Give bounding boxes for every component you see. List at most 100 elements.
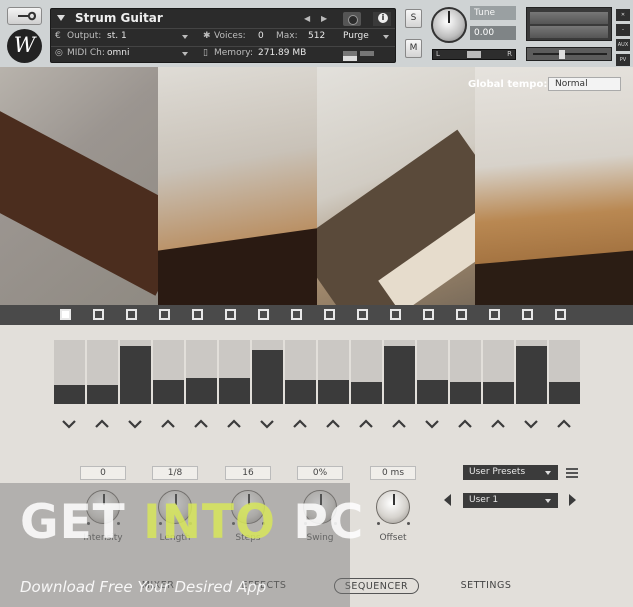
param-value-3[interactable]: 0% <box>297 466 343 480</box>
memory-value: 271.89 MB <box>258 48 307 58</box>
volume-slider-thumb[interactable] <box>559 50 565 59</box>
pan-slider[interactable]: L R <box>432 49 516 60</box>
step-velocity-bar[interactable] <box>417 340 448 404</box>
step-indicator[interactable] <box>258 309 269 320</box>
step-velocity-bar[interactable] <box>384 340 415 404</box>
param-value-0[interactable]: 0 <box>80 466 126 480</box>
step-velocity-bar[interactable] <box>219 340 250 404</box>
step-indicator[interactable] <box>456 309 467 320</box>
step-velocity-bar[interactable] <box>87 340 118 404</box>
step-velocity-bar[interactable] <box>483 340 514 404</box>
chevron-down-icon[interactable] <box>260 419 274 429</box>
global-tempo-select[interactable]: Normal <box>548 77 621 91</box>
step-velocity-bar[interactable] <box>120 340 151 404</box>
guitar-photo-2 <box>158 67 317 305</box>
tune-knob[interactable] <box>431 7 467 43</box>
purge-button[interactable]: Purge <box>343 31 369 41</box>
step-velocity-bar[interactable] <box>549 340 580 404</box>
preset-value: User 1 <box>469 495 499 505</box>
volume-slider[interactable] <box>526 47 612 61</box>
step-indicator[interactable] <box>423 309 434 320</box>
step-velocity-bar[interactable] <box>285 340 316 404</box>
step-indicator[interactable] <box>555 309 566 320</box>
instrument-menu-arrow-icon[interactable] <box>57 15 65 21</box>
param-value-4[interactable]: 0 ms <box>370 466 416 480</box>
step-indicator[interactable] <box>225 309 236 320</box>
step-indicator[interactable] <box>126 309 137 320</box>
step-indicator[interactable] <box>522 309 533 320</box>
step-indicator[interactable] <box>489 309 500 320</box>
step-velocity-bar[interactable] <box>153 340 184 404</box>
voices-label: Voices: <box>214 31 246 41</box>
camera-icon[interactable] <box>343 12 361 26</box>
guitar-photo-4 <box>475 67 633 305</box>
output-dropdown-icon[interactable] <box>182 35 188 39</box>
chevron-up-icon[interactable] <box>95 419 109 429</box>
step-velocity-bar[interactable] <box>450 340 481 404</box>
step-indicator[interactable] <box>192 309 203 320</box>
chevron-up-icon[interactable] <box>359 419 373 429</box>
prev-instrument-icon[interactable]: ◀ <box>304 14 312 23</box>
step-velocity-bar[interactable] <box>252 340 283 404</box>
step-velocity-bar[interactable] <box>351 340 382 404</box>
param-value-2[interactable]: 16 <box>225 466 271 480</box>
next-instrument-icon[interactable]: ▶ <box>321 14 329 23</box>
step-velocity-fill <box>219 378 250 404</box>
wrench-icon[interactable] <box>7 7 42 25</box>
menu-icon[interactable] <box>566 468 578 478</box>
step-indicator[interactable] <box>390 309 401 320</box>
step-indicator[interactable] <box>357 309 368 320</box>
knob-range-dot <box>407 522 410 525</box>
max-value[interactable]: 512 <box>308 31 325 41</box>
midi-dropdown-icon[interactable] <box>182 52 188 56</box>
step-indicator[interactable] <box>159 309 170 320</box>
pan-slider-thumb[interactable] <box>467 51 481 58</box>
chevron-up-icon[interactable] <box>326 419 340 429</box>
pv-button[interactable]: PV <box>616 54 630 66</box>
chevron-up-icon[interactable] <box>392 419 406 429</box>
param-value-1[interactable]: 1/8 <box>152 466 198 480</box>
step-velocity-fill <box>54 385 85 404</box>
step-indicator[interactable] <box>291 309 302 320</box>
solo-button[interactable]: S <box>405 9 422 28</box>
chevron-up-icon[interactable] <box>161 419 175 429</box>
step-velocity-bar[interactable] <box>54 340 85 404</box>
output-row: € Output: st. 1 ✱ Voices: 0 Max: 512 Pur… <box>51 30 395 46</box>
tune-value[interactable]: 0.00 <box>470 26 516 40</box>
chevron-up-icon[interactable] <box>293 419 307 429</box>
output-value[interactable]: st. 1 <box>107 31 127 41</box>
guitar-photo-strip: Global tempo: Normal <box>0 67 633 305</box>
aux-button[interactable]: AUX <box>616 39 630 51</box>
param-knob-4[interactable] <box>376 490 410 524</box>
chevron-up-icon[interactable] <box>491 419 505 429</box>
mute-button[interactable]: M <box>405 39 422 58</box>
step-indicator[interactable] <box>60 309 71 320</box>
close-icon[interactable]: ✕ <box>616 9 630 21</box>
step-indicator[interactable] <box>93 309 104 320</box>
knob-range-dot <box>377 522 380 525</box>
prev-preset-icon[interactable] <box>444 494 451 506</box>
next-preset-icon[interactable] <box>569 494 576 506</box>
step-velocity-bar[interactable] <box>318 340 349 404</box>
chevron-down-icon[interactable] <box>62 419 76 429</box>
chevron-down-icon[interactable] <box>524 419 538 429</box>
midi-value[interactable]: omni <box>107 48 129 58</box>
step-velocity-bar[interactable] <box>516 340 547 404</box>
chevron-down-icon[interactable] <box>425 419 439 429</box>
watermark-logo-part2: INTO <box>143 495 276 550</box>
minimize-icon[interactable]: – <box>616 24 630 36</box>
preset-select[interactable]: User 1 <box>463 493 558 508</box>
tab-settings[interactable]: SETTINGS <box>453 578 519 594</box>
info-icon[interactable]: i <box>373 12 391 26</box>
user-presets-dropdown[interactable]: User Presets <box>463 465 558 480</box>
chevron-down-icon[interactable] <box>128 419 142 429</box>
voices-value: 0 <box>258 31 264 41</box>
step-indicator[interactable] <box>324 309 335 320</box>
chevron-up-icon[interactable] <box>557 419 571 429</box>
purge-dropdown-icon[interactable] <box>383 35 389 39</box>
chevron-up-icon[interactable] <box>227 419 241 429</box>
chevron-up-icon[interactable] <box>194 419 208 429</box>
step-velocity-bar[interactable] <box>186 340 217 404</box>
user-presets-label: User Presets <box>469 467 526 477</box>
chevron-up-icon[interactable] <box>458 419 472 429</box>
